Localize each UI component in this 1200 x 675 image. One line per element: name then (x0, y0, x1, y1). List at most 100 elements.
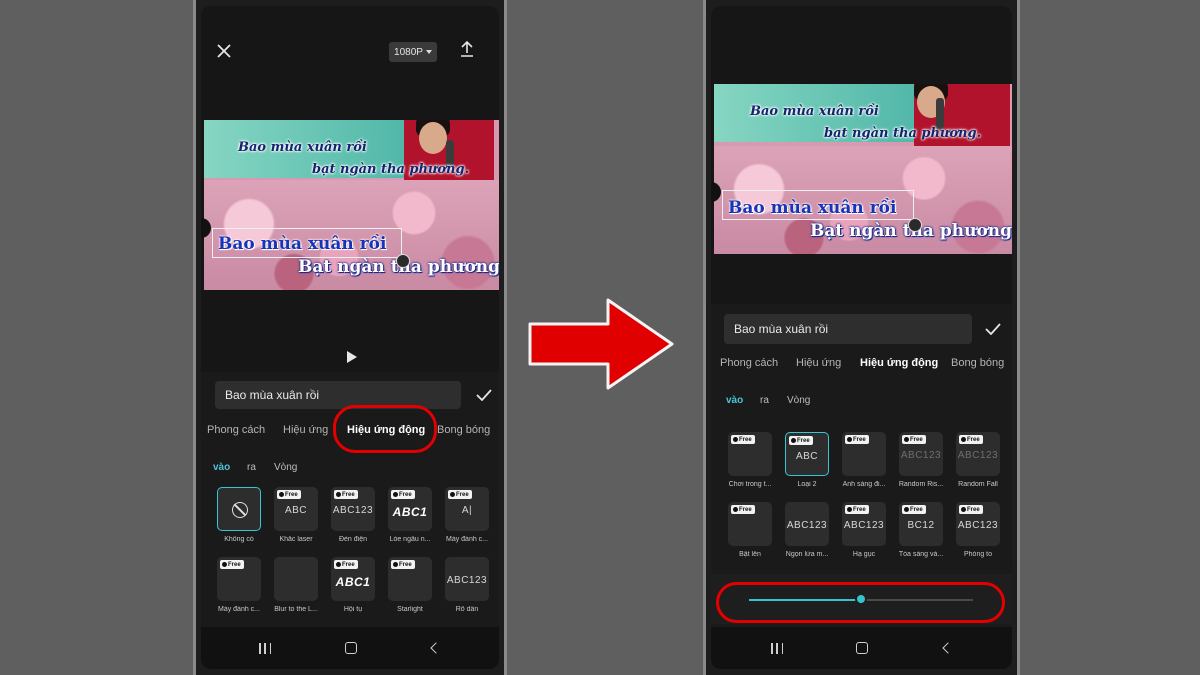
effect-tile[interactable]: Free ABC123 (842, 502, 886, 546)
singer-face (419, 122, 447, 154)
effect-label: Blur to the L... (274, 606, 318, 613)
effect-tile[interactable]: ABC123 (785, 502, 829, 546)
effect-label: Random Fall (958, 481, 998, 488)
none-icon (232, 502, 248, 518)
effect-label: Đèn điện (338, 536, 368, 543)
video-preview[interactable]: Bao mùa xuân rồi bạt ngàn tha phương. Ba… (204, 120, 499, 290)
play-icon[interactable] (347, 351, 357, 363)
effect-tile[interactable]: Free ABC123 (956, 432, 1000, 476)
effect-label: Máy đánh c... (217, 606, 261, 613)
free-badge: Free (448, 490, 472, 499)
free-badge-label: Free (910, 506, 923, 513)
effect-label: Hội tụ (343, 606, 363, 613)
lyric-line-top-1: Bao mùa xuân rồi (238, 140, 367, 155)
effect-tile[interactable]: ABC123 (445, 557, 489, 601)
effect-tile[interactable]: Free (388, 557, 432, 601)
effect-tile[interactable]: Free ABC123 (899, 432, 943, 476)
video-preview[interactable]: Bao mùa xuân rồi bạt ngàn tha phương. Ba… (714, 84, 1012, 254)
tab-bubble[interactable]: Bong bóng (437, 424, 490, 436)
effect-label: Starlight (397, 606, 423, 613)
effect-label: Bật lên (739, 551, 761, 558)
effect-tile[interactable]: Free (728, 432, 772, 476)
resize-handle[interactable] (908, 218, 922, 232)
subtab-out[interactable]: ra (760, 395, 769, 406)
recent-apps-icon[interactable] (259, 643, 271, 654)
resize-handle[interactable] (396, 254, 410, 268)
text-input[interactable]: Bao mùa xuân rồi (215, 381, 461, 409)
effect-preview-text: ABC123 (843, 520, 885, 531)
free-dot-icon (847, 507, 852, 512)
home-icon[interactable] (345, 642, 357, 654)
confirm-check-icon[interactable] (476, 389, 492, 401)
confirm-check-icon[interactable] (985, 323, 1001, 335)
free-badge: Free (334, 560, 358, 569)
effect-label: Ánh sáng đi... (842, 481, 886, 488)
top-toolbar: 1080P (201, 6, 499, 96)
lyric-line-top-1: Bao mùa xuân rồi (750, 104, 879, 119)
phone-right: Bao mùa xuân rồi bạt ngàn tha phương. Ba… (703, 0, 1020, 675)
effect-preview-text: ABC123 (957, 450, 999, 461)
effect-tile[interactable] (274, 557, 318, 601)
subtab-in[interactable]: vào (213, 462, 230, 473)
tab-effects[interactable]: Hiệu ứng (796, 357, 841, 369)
effect-label: Không có (224, 536, 254, 543)
effect-tile[interactable]: Free BC12 (899, 502, 943, 546)
effect-tile[interactable]: Free ABC123 (331, 487, 375, 531)
free-badge-label: Free (399, 491, 412, 498)
effect-label: Máy đánh c... (445, 536, 489, 543)
effect-label: Chơi trong t... (728, 481, 772, 488)
free-badge: Free (391, 560, 415, 569)
subtab-in[interactable]: vào (726, 395, 743, 406)
home-icon[interactable] (856, 642, 868, 654)
free-dot-icon (222, 562, 227, 567)
effect-tile[interactable]: Free ABC123 (956, 502, 1000, 546)
free-dot-icon (450, 492, 455, 497)
effect-tile[interactable]: Free ABC1 (388, 487, 432, 531)
free-badge: Free (845, 435, 869, 444)
effect-label: Hạ gục (852, 551, 876, 558)
subtab-loop[interactable]: Vòng (274, 462, 297, 473)
tab-effects[interactable]: Hiệu ứng (283, 424, 328, 436)
system-nav-bar (711, 627, 1012, 669)
free-dot-icon (904, 507, 909, 512)
free-dot-icon (791, 438, 796, 443)
text-input[interactable]: Bao mùa xuân rồi (724, 314, 972, 344)
free-badge: Free (959, 505, 983, 514)
effect-preview-text: ABC123 (957, 520, 999, 531)
free-badge-label: Free (739, 506, 752, 513)
close-icon[interactable] (215, 42, 233, 60)
export-icon[interactable] (459, 40, 475, 58)
lyric-line-top-2: bạt ngàn tha phương. (312, 162, 470, 177)
subtab-loop[interactable]: Vòng (787, 395, 810, 406)
text-selection-box[interactable] (212, 228, 402, 258)
lyric-line-top-2: bạt ngàn tha phương. (824, 126, 982, 141)
effect-tile[interactable]: Free A| (445, 487, 489, 531)
effect-tile[interactable]: Free ABC (274, 487, 318, 531)
resolution-button[interactable]: 1080P (389, 42, 437, 62)
text-selection-box[interactable] (722, 190, 914, 220)
free-badge-label: Free (342, 561, 355, 568)
effect-tile[interactable] (217, 487, 261, 531)
effect-preview-text: ABC1 (335, 575, 371, 589)
subtab-out[interactable]: ra (247, 462, 256, 473)
tab-style[interactable]: Phong cách (720, 357, 778, 369)
free-badge-label: Free (285, 491, 298, 498)
free-badge-label: Free (853, 436, 866, 443)
tab-style[interactable]: Phong cách (207, 424, 265, 436)
effect-label: Phóng to (963, 551, 993, 558)
free-dot-icon (733, 507, 738, 512)
free-badge-label: Free (399, 561, 412, 568)
back-icon[interactable] (430, 642, 442, 654)
tab-animation[interactable]: Hiệu ứng động (860, 357, 938, 369)
effect-tile[interactable]: Free (217, 557, 261, 601)
recent-apps-icon[interactable] (771, 643, 783, 654)
effect-tile[interactable]: Free ABC1 (331, 557, 375, 601)
effect-tile[interactable]: Free ABC (785, 432, 829, 476)
tab-bubble[interactable]: Bong bóng (951, 357, 1004, 369)
effect-label: Loại 2 (797, 481, 817, 488)
back-icon[interactable] (942, 642, 954, 654)
free-badge: Free (845, 505, 869, 514)
effect-tile[interactable]: Free (728, 502, 772, 546)
effect-tile[interactable]: Free (842, 432, 886, 476)
free-badge: Free (334, 490, 358, 499)
